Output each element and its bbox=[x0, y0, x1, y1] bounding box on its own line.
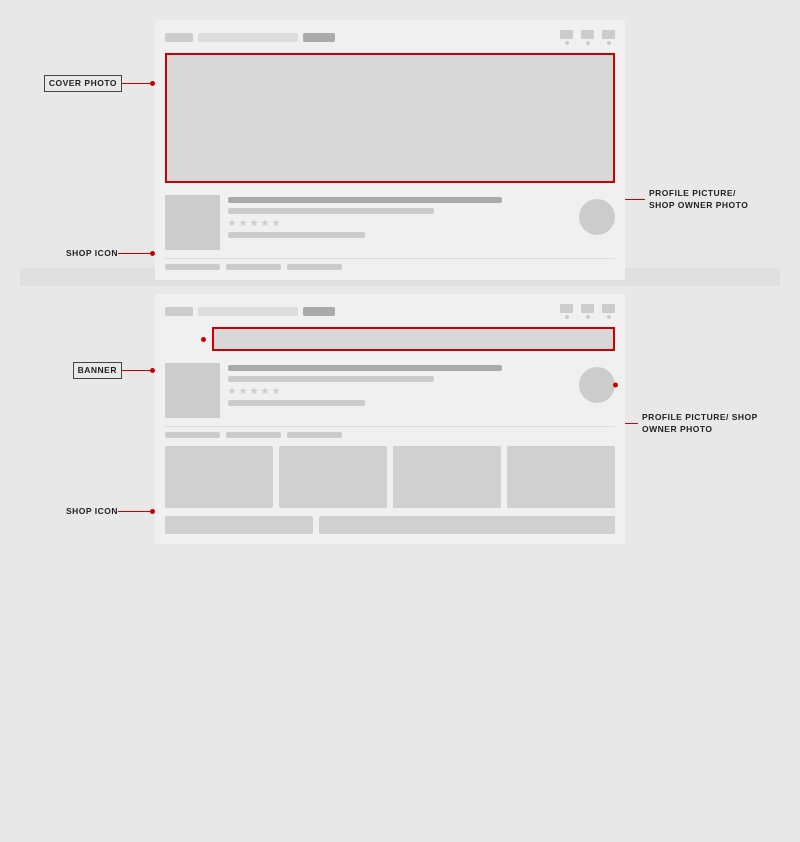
shop-icon-bottom-annotation-1: SHOP ICON bbox=[20, 248, 780, 258]
profile-pic-label-1: PROFILE PICTURE/ SHOP OWNER PHOTO bbox=[645, 188, 748, 212]
shop-info-row-1 bbox=[165, 191, 615, 254]
nav-search-2 bbox=[198, 307, 298, 316]
nav-bar-1 bbox=[165, 30, 615, 45]
banner-box-area bbox=[165, 327, 615, 351]
cover-photo-label: COVER PHOTO bbox=[44, 75, 122, 92]
product-grid-2 bbox=[165, 446, 615, 508]
nav-icon-6 bbox=[602, 304, 615, 319]
banner-left-annotation: BANNER bbox=[35, 294, 155, 379]
profile-line-2 bbox=[625, 423, 638, 424]
product-card-4 bbox=[507, 446, 615, 508]
nav-logo-1 bbox=[165, 33, 193, 42]
section-banner: BANNER bbox=[20, 294, 780, 516]
section1-mockup bbox=[155, 20, 625, 280]
nav-logo-2 bbox=[165, 307, 193, 316]
nav-tag-1 bbox=[303, 33, 335, 42]
product-card-1 bbox=[165, 446, 273, 508]
banner-line bbox=[122, 370, 150, 371]
tabs-row-2 bbox=[165, 426, 615, 438]
profile-dot-connector bbox=[613, 383, 618, 388]
profile-pic-label-2: PROFILE PICTURE/ SHOP OWNER PHOTO bbox=[638, 412, 765, 436]
profile-pic-1 bbox=[579, 199, 615, 235]
shop-info-row-2 bbox=[165, 359, 615, 422]
nav-icon-5 bbox=[581, 304, 594, 319]
nav-icon-1 bbox=[560, 30, 573, 45]
nav-search-1 bbox=[198, 33, 298, 42]
product-wide-1 bbox=[165, 516, 313, 534]
nav-tag-2 bbox=[303, 307, 335, 316]
nav-icon-4 bbox=[560, 304, 573, 319]
profile-line-1 bbox=[625, 199, 645, 200]
section2-mockup bbox=[155, 294, 625, 544]
tabs-row-1 bbox=[165, 258, 615, 270]
product-row2 bbox=[165, 516, 615, 534]
section-cover-photo: COVER PHOTO bbox=[20, 20, 780, 258]
nav-icons-1 bbox=[560, 30, 615, 45]
profile-pic-right-annotation-2: PROFILE PICTURE/ SHOP OWNER PHOTO bbox=[625, 294, 765, 436]
shop-icon-1 bbox=[165, 195, 220, 250]
nav-icon-2 bbox=[581, 30, 594, 45]
product-wide-2 bbox=[319, 516, 615, 534]
shop-text-2 bbox=[228, 363, 571, 406]
product-card-2 bbox=[279, 446, 387, 508]
product-card-3 bbox=[393, 446, 501, 508]
banner-box bbox=[212, 327, 615, 351]
nav-icons-2 bbox=[560, 304, 615, 319]
profile-pic-2 bbox=[579, 367, 615, 403]
banner-dot-connector bbox=[201, 337, 206, 342]
shop-icon-label-1: SHOP ICON bbox=[66, 248, 118, 258]
cover-photo-line bbox=[122, 83, 150, 84]
cover-photo-left-annotation: COVER PHOTO bbox=[35, 20, 155, 92]
nav-bar-2 bbox=[165, 304, 615, 319]
banner-annotation-row: BANNER bbox=[20, 294, 780, 544]
cover-photo-box bbox=[165, 53, 615, 183]
profile-pic-right-annotation-1: PROFILE PICTURE/ SHOP OWNER PHOTO bbox=[625, 20, 765, 212]
cover-photo-dot bbox=[150, 81, 155, 86]
nav-icon-3 bbox=[602, 30, 615, 45]
banner-label: BANNER bbox=[73, 362, 122, 379]
shop-icon-2 bbox=[165, 363, 220, 418]
cover-photo-annotation-row: COVER PHOTO bbox=[20, 20, 780, 280]
shop-text-1 bbox=[228, 195, 571, 238]
